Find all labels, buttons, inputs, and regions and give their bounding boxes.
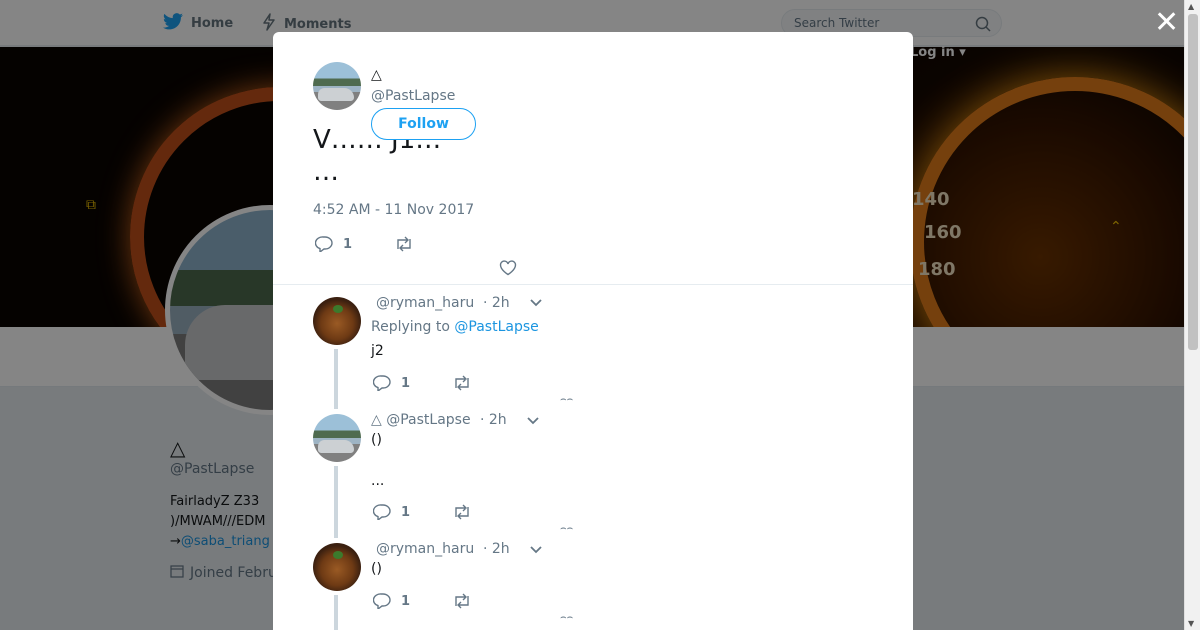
reply-icon <box>373 375 391 391</box>
heart-icon <box>499 260 517 276</box>
chevron-down-icon[interactable] <box>526 416 540 426</box>
reply-handle[interactable]: @ryman_haru <box>376 541 474 557</box>
reply-text-more: ... <box>371 473 385 489</box>
replying-to: Replying to @PastLapse <box>371 319 539 335</box>
more-dots: ⌢⌢ <box>560 394 574 405</box>
reply-text: () <box>371 432 382 448</box>
thread-line <box>334 595 338 630</box>
reply-icon <box>315 236 333 252</box>
reply-action[interactable]: 1 <box>373 504 410 520</box>
tweet-text-line-2: … <box>313 157 339 187</box>
retweet-icon <box>455 504 469 520</box>
close-icon[interactable]: ✕ <box>1154 8 1179 38</box>
reply-icon <box>373 504 391 520</box>
reply-count: 1 <box>401 375 411 391</box>
reply-time[interactable]: · 2h <box>483 541 510 557</box>
reply-action[interactable]: 1 <box>373 375 410 391</box>
tweet-modal: △ @PastLapse V…… J1… … Follow 4:52 AM - … <box>273 32 913 630</box>
reply-handle: @PastLapse <box>386 412 471 428</box>
reply-time[interactable]: · 2h <box>483 295 510 311</box>
chevron-down-icon[interactable] <box>529 298 543 308</box>
author-avatar[interactable] <box>313 62 361 110</box>
reply-action[interactable]: 1 <box>315 236 352 252</box>
reply-count: 1 <box>401 593 411 609</box>
page-scrollbar[interactable]: ▲ ▼ <box>1184 0 1200 630</box>
thread-line <box>334 466 338 538</box>
retweet-action[interactable] <box>394 236 414 252</box>
reply-handle[interactable]: @ryman_haru <box>376 295 474 311</box>
retweet-action[interactable] <box>452 504 472 520</box>
reply-action[interactable]: 1 <box>373 593 410 609</box>
reply-avatar[interactable] <box>313 297 361 345</box>
reply-count: 1 <box>343 236 353 252</box>
tweet-timestamp[interactable]: 4:52 AM - 11 Nov 2017 <box>313 202 474 218</box>
retweet-icon <box>397 236 411 252</box>
thread-line <box>334 349 338 409</box>
retweet-icon <box>455 593 469 609</box>
reply-avatar[interactable] <box>313 414 361 462</box>
scroll-up-arrow-icon[interactable]: ▲ <box>1188 2 1194 11</box>
reply-text: j2 <box>371 343 384 359</box>
scroll-down-arrow-icon[interactable]: ▼ <box>1188 619 1194 628</box>
reply-author[interactable]: △ @PastLapse <box>371 412 471 428</box>
retweet-action[interactable] <box>452 593 472 609</box>
replying-to-label: Replying to <box>371 319 450 335</box>
conversation-divider <box>273 284 913 285</box>
chevron-down-icon[interactable] <box>529 545 543 555</box>
retweet-action[interactable] <box>452 375 472 391</box>
author-handle[interactable]: @PastLapse <box>371 88 455 104</box>
reply-count: 1 <box>401 504 411 520</box>
more-dots: ⌢⌢ <box>560 523 574 534</box>
retweet-icon <box>455 375 469 391</box>
reply-text: () <box>371 561 382 577</box>
reply-name: △ <box>371 412 382 428</box>
follow-button[interactable]: Follow <box>371 108 476 140</box>
replying-to-mention[interactable]: @PastLapse <box>454 319 538 335</box>
reply-avatar[interactable] <box>313 543 361 591</box>
reply-time[interactable]: · 2h <box>480 412 507 428</box>
scrollbar-thumb[interactable] <box>1188 14 1198 350</box>
author-name[interactable]: △ <box>371 67 382 83</box>
like-action[interactable] <box>499 260 517 276</box>
reply-icon <box>373 593 391 609</box>
more-dots: ⌢⌢ <box>560 612 574 623</box>
